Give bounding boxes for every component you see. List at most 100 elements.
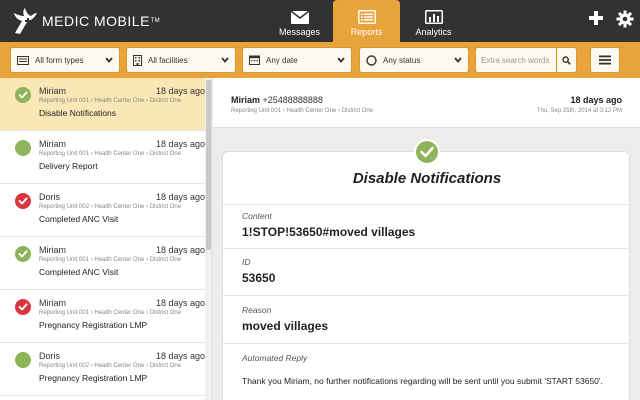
detail-header: Miriam +25488888888 Reporting Unit 001 ›…: [213, 78, 640, 128]
calendar-icon: [249, 55, 260, 65]
filter-label: All form types: [35, 55, 84, 65]
report-time: 18 days ago: [155, 86, 205, 96]
report-sender: Doris: [39, 351, 61, 361]
status-filter[interactable]: Any status: [359, 47, 469, 73]
report-form: Pregnancy Registration LMP: [39, 373, 148, 383]
top-bar: MEDIC MOBILE TM Messages Reports Analyti…: [0, 0, 640, 42]
report-form: Completed ANC Visit: [39, 267, 119, 277]
field-content: Content 1!STOP!53650#moved villages: [223, 204, 631, 252]
report-time: 18 days ago: [155, 298, 205, 308]
field-value: moved villages: [242, 319, 329, 333]
chevron-down-icon: [454, 57, 462, 63]
report-list-item[interactable]: Miriam 18 days ago Reporting Unit 001 › He…: [0, 237, 205, 290]
filter-label: All facilities: [148, 55, 188, 65]
tab-label: Messages: [278, 27, 321, 37]
invalid-status-icon: [15, 299, 31, 315]
chevron-down-icon: [337, 57, 345, 63]
report-place: Reporting Unit 002 › Health Center One ›…: [39, 204, 182, 210]
sender-name: Miriam: [231, 95, 261, 105]
chevron-down-icon: [105, 57, 113, 63]
tab-reports[interactable]: Reports: [333, 0, 400, 42]
plus-icon[interactable]: [588, 10, 604, 26]
top-actions: [588, 10, 634, 28]
envelope-icon: [290, 11, 309, 24]
app-logo[interactable]: MEDIC MOBILE TM: [12, 6, 160, 36]
facility-filter[interactable]: All facilities: [126, 47, 236, 73]
form-type-filter[interactable]: All form types: [10, 47, 120, 73]
report-card: Disable Notifications Content 1!STOP!536…: [222, 151, 631, 400]
sender-phone: +25488888888: [262, 95, 323, 105]
report-sender: Miriam: [39, 298, 66, 308]
field-value: 53650: [242, 271, 276, 285]
trademark: TM: [150, 18, 160, 24]
report-detail: Miriam +25488888888 Reporting Unit 001 ›…: [213, 78, 640, 400]
report-place: Reporting Unit 001 › Health Center One ›…: [39, 310, 182, 316]
verified-check-icon: [414, 139, 440, 165]
search-input[interactable]: [476, 48, 556, 72]
date-filter[interactable]: Any date: [242, 47, 352, 73]
search-button[interactable]: [556, 48, 576, 72]
valid-status-icon: [15, 87, 31, 103]
search-icon: [562, 55, 571, 65]
gear-icon[interactable]: [616, 10, 634, 28]
report-form: Completed ANC Visit: [39, 214, 119, 224]
invalid-status-icon: [15, 193, 31, 209]
field-label: Content: [242, 211, 272, 221]
reply-text: Thank you Miriam, no further notificatio…: [242, 376, 603, 386]
field-value: 1!STOP!53650#moved villages: [242, 225, 416, 239]
report-sender: Miriam: [39, 245, 66, 255]
search-box: [475, 47, 577, 73]
filter-label: Any status: [383, 55, 421, 65]
report-list-item[interactable]: Doris 18 days ago Reporting Unit 002 › Hea…: [0, 343, 205, 396]
report-place: Reporting Unit 001 › Health Center One ›…: [39, 257, 182, 263]
report-sender: Doris: [39, 192, 61, 202]
field-automated-reply: Automated Reply Thank you Miriam, no fur…: [223, 343, 631, 400]
field-label: Automated Reply: [242, 353, 308, 363]
tab-analytics[interactable]: Analytics: [400, 0, 467, 42]
circle-icon: [366, 54, 377, 66]
report-time: 18 days ago: [155, 192, 205, 202]
field-label: ID: [242, 257, 251, 267]
building-icon: [133, 54, 142, 66]
tab-label: Analytics: [415, 27, 452, 37]
menu-button[interactable]: [590, 47, 620, 73]
report-place: Reporting Unit 001 › Health Center One ›…: [39, 151, 182, 157]
tab-messages[interactable]: Messages: [266, 0, 333, 42]
report-list: Miriam 18 days ago Reporting Unit 001 › He…: [0, 78, 212, 400]
field-id: ID 53650: [223, 248, 631, 296]
sender-place: Reporting Unit 001 › Health Center One ›…: [231, 108, 374, 114]
scrollbar-thumb[interactable]: [206, 80, 211, 250]
relative-time: 18 days ago: [570, 95, 622, 105]
field-label: Reason: [242, 305, 272, 315]
valid-status-icon: [15, 246, 31, 262]
filter-label: Any date: [266, 55, 298, 65]
report-list-item[interactable]: Miriam 18 days ago Reporting Unit 001 › He…: [0, 290, 205, 343]
valid-status-icon: [15, 140, 31, 156]
sender[interactable]: Miriam +25488888888: [231, 95, 323, 105]
report-list-item[interactable]: Miriam 18 days ago Reporting Unit 001 › He…: [0, 131, 205, 184]
chevron-down-icon: [221, 57, 229, 63]
app-title: MEDIC MOBILE: [42, 13, 150, 29]
report-sender: Miriam: [39, 139, 66, 149]
report-list-item[interactable]: Miriam 18 days ago Reporting Unit 001 › He…: [0, 78, 205, 131]
hamburger-icon: [599, 55, 611, 65]
report-form: Disable Notifications: [39, 108, 117, 118]
absolute-date: Thu, Sep 25th, 2014 at 3:12 PM: [536, 108, 622, 114]
report-list-item[interactable]: Doris 18 days ago Reporting Unit 002 › Hea…: [0, 184, 205, 237]
report-sender: Miriam: [39, 86, 66, 96]
report-title: Disable Notifications: [352, 170, 502, 187]
bar-chart-icon: [424, 10, 443, 24]
field-reason: Reason moved villages: [223, 295, 631, 343]
report-time: 18 days ago: [155, 139, 205, 149]
report-time: 18 days ago: [155, 245, 205, 255]
form-list-icon: [17, 55, 29, 65]
report-place: Reporting Unit 001 › Health Center One ›…: [39, 98, 182, 104]
wing-logo-icon: [14, 8, 37, 34]
list-icon: [357, 10, 376, 24]
report-form: Delivery Report: [39, 161, 98, 171]
report-form: Pregnancy Registration LMP: [39, 320, 148, 330]
list-scrollbar[interactable]: [205, 78, 211, 400]
valid-status-icon: [15, 352, 31, 368]
filter-bar: All form types All facilities Any date A…: [0, 42, 640, 78]
report-place: Reporting Unit 002 › Health Center One ›…: [39, 363, 182, 369]
